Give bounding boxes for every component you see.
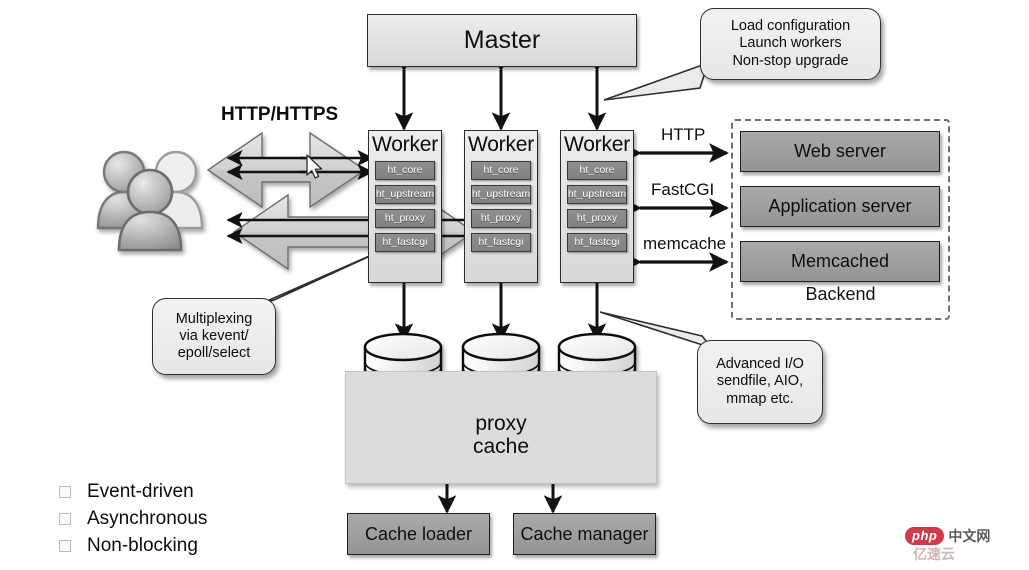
worker-1-module-ht_upstream[interactable]: ht_upstream	[374, 185, 436, 205]
cache-loader-box[interactable]: Cache loader	[347, 513, 490, 555]
bullet-square-icon	[59, 486, 71, 498]
worker-1-label: Worker	[371, 133, 439, 156]
backend-application-server[interactable]: Application server	[740, 186, 940, 227]
io-note-line-1: Advanced I/O	[716, 356, 804, 373]
backend-web-server[interactable]: Web server	[740, 131, 940, 172]
worker-1-module-ht_proxy[interactable]: ht_proxy	[374, 209, 436, 229]
watermark-php-badge: php	[905, 527, 945, 545]
master-note-tail	[603, 61, 710, 101]
feature-item-non-blocking: Non-blocking	[59, 535, 198, 557]
bullet-square-icon	[59, 513, 71, 525]
io-note-line-2: sendfile, AIO,	[716, 373, 804, 390]
io-note-tail	[599, 311, 715, 350]
worker-3-label: Worker	[563, 133, 631, 156]
backend-title: Backend	[805, 284, 876, 304]
master-box[interactable]: Master	[367, 14, 637, 67]
backend-application-server-label: Application server	[768, 196, 912, 217]
cache-loader-label: Cache loader	[364, 523, 473, 544]
protocol-label-memcache: memcache	[643, 234, 727, 253]
worker-3-module-ht_upstream[interactable]: ht_upstream	[566, 185, 628, 205]
client-protocol-label: HTTP/HTTPS	[221, 104, 339, 125]
worker-box-2[interactable]: Worker ht_core ht_upstream ht_proxy ht_f…	[464, 130, 538, 283]
master-label: Master	[463, 26, 541, 55]
multiplexing-note-line-3: epoll/select	[177, 345, 251, 362]
cache-manager-box[interactable]: Cache manager	[513, 513, 656, 555]
feature-label-event-driven: Event-driven	[87, 481, 194, 502]
worker-3-module-ht_core[interactable]: ht_core	[566, 161, 628, 181]
worker-2-label: Worker	[467, 133, 535, 156]
worker-box-3[interactable]: Worker ht_core ht_upstream ht_proxy ht_f…	[560, 130, 634, 283]
client-traffic-arrow-top	[206, 131, 367, 209]
worker-box-1[interactable]: Worker ht_core ht_upstream ht_proxy ht_f…	[368, 130, 442, 283]
user-group-icon	[96, 150, 204, 252]
worker-1-module-ht_core[interactable]: ht_core	[374, 161, 436, 181]
diagram-canvas: Master Load configuration Launch workers…	[0, 0, 1029, 570]
worker-2-module-ht_fastcgi[interactable]: ht_fastcgi	[470, 233, 532, 253]
proxy-cache-label-line1: proxy	[475, 411, 527, 435]
proxy-cache-label-line2: cache	[472, 434, 530, 458]
io-note-line-3: mmap etc.	[726, 390, 794, 407]
watermark-site-label: 中文网	[948, 528, 991, 544]
backend-memcached[interactable]: Memcached	[740, 241, 940, 282]
worker-2-module-ht_core[interactable]: ht_core	[470, 161, 532, 181]
backend-web-server-label: Web server	[794, 141, 886, 162]
feature-item-event-driven: Event-driven	[59, 481, 194, 503]
worker-3-module-ht_proxy[interactable]: ht_proxy	[566, 209, 628, 229]
watermark: php 中文网 亿速云	[905, 524, 1023, 566]
master-note-line-1: Load configuration	[730, 18, 851, 35]
master-to-worker-arrows	[394, 53, 607, 131]
worker-2-module-ht_proxy[interactable]: ht_proxy	[470, 209, 532, 229]
protocol-label-fastcgi: FastCGI	[651, 180, 715, 199]
multiplexing-note-callout: Multiplexing via kevent/ epoll/select	[152, 298, 276, 375]
master-note-line-3: Non-stop upgrade	[732, 52, 849, 69]
worker-3-module-ht_fastcgi[interactable]: ht_fastcgi	[566, 233, 628, 253]
mouse-cursor-icon	[306, 154, 323, 179]
master-note-line-2: Launch workers	[739, 35, 842, 52]
io-note-callout: Advanced I/O sendfile, AIO, mmap etc.	[697, 340, 823, 424]
cache-manager-label: Cache manager	[520, 523, 649, 544]
multiplexing-note-line-2: via kevent/	[179, 327, 249, 344]
client-request-lines-top	[226, 149, 374, 181]
master-note-callout: Load configuration Launch workers Non-st…	[700, 8, 881, 80]
backend-memcached-label: Memcached	[790, 251, 890, 272]
feature-item-asynchronous: Asynchronous	[59, 508, 207, 530]
feature-label-non-blocking: Non-blocking	[87, 535, 198, 556]
bullet-square-icon	[59, 540, 71, 552]
worker-2-module-ht_upstream[interactable]: ht_upstream	[470, 185, 532, 205]
protocol-label-http: HTTP	[661, 125, 706, 144]
multiplexing-note-line-1: Multiplexing	[175, 310, 253, 327]
proxy-cache-box[interactable]: proxy cache	[345, 371, 657, 484]
worker-1-module-ht_fastcgi[interactable]: ht_fastcgi	[374, 233, 436, 253]
worker-to-cache-arrows	[394, 268, 607, 342]
watermark-sub-label: 亿速云	[913, 546, 955, 562]
feature-label-asynchronous: Asynchronous	[87, 508, 208, 529]
cache-to-process-arrows	[437, 465, 563, 514]
